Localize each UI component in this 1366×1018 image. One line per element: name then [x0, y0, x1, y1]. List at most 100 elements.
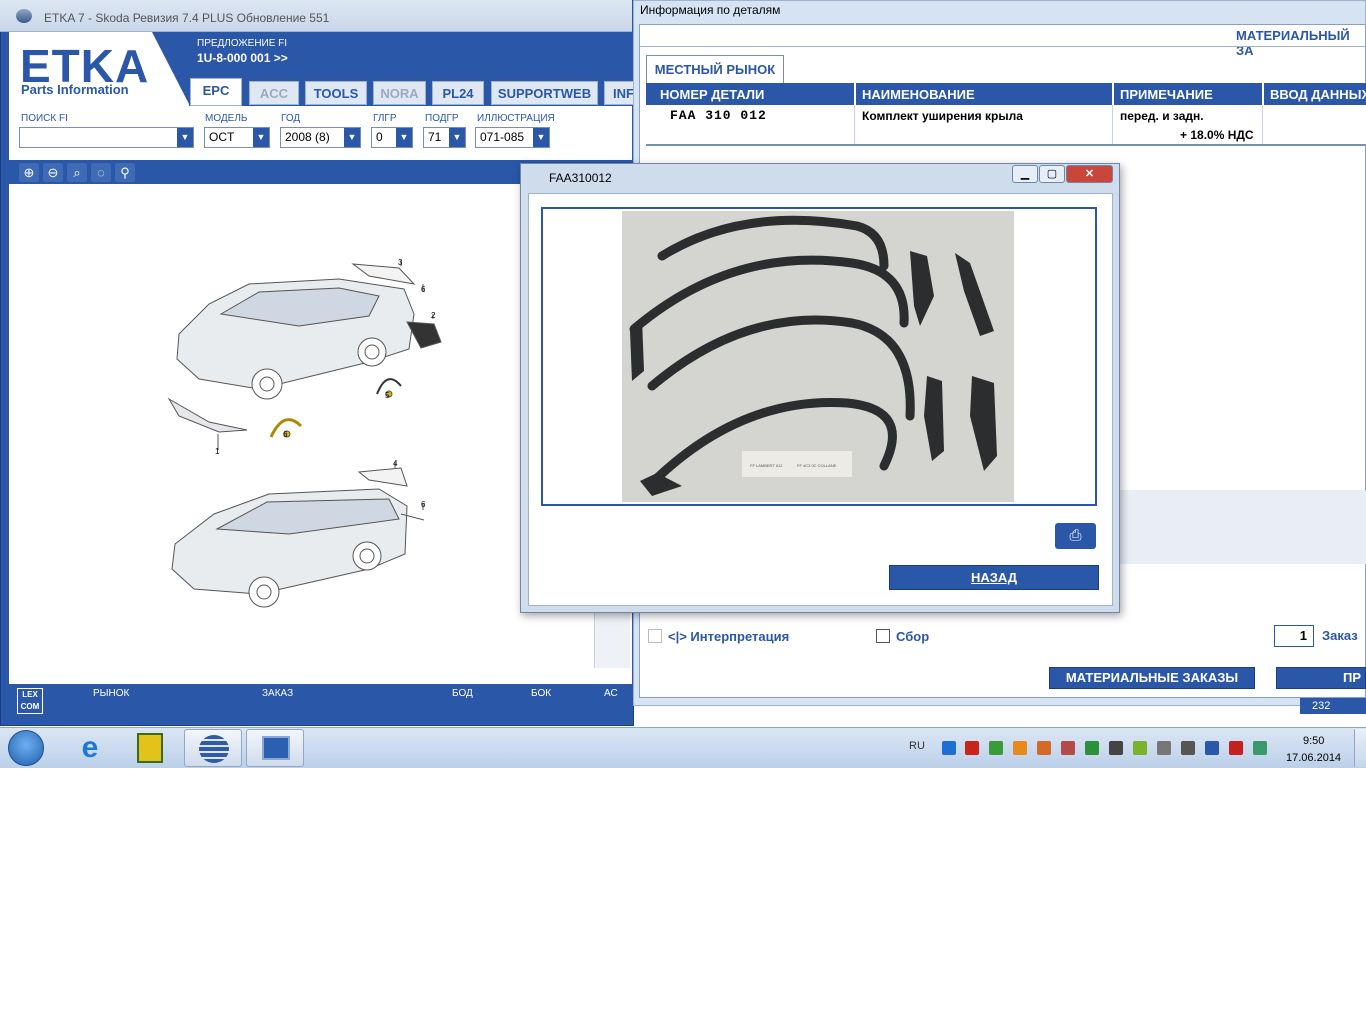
- part-info-title: Информация по деталям: [640, 3, 781, 17]
- offer-link[interactable]: 1U-8-000 001 >>: [197, 51, 288, 65]
- main-group-select[interactable]: 0 ▼: [371, 127, 413, 148]
- search-fi-select[interactable]: ▼: [19, 127, 194, 148]
- teamviewer-icon[interactable]: [942, 741, 956, 755]
- close-icon[interactable]: ✕: [1066, 165, 1113, 183]
- model-label: МОДЕЛЬ: [205, 113, 248, 124]
- callout-1[interactable]: 1: [215, 447, 220, 456]
- model-select[interactable]: OCT ▼: [204, 127, 270, 148]
- offer-label: ПРЕДЛОЖЕНИЕ FI: [197, 38, 288, 49]
- zoom-fit-icon[interactable]: ⌕: [67, 163, 87, 182]
- etka-window-title: ETKA 7 - Skoda Ревизия 7.4 PLUS Обновлен…: [44, 11, 330, 25]
- show-desktop-button[interactable]: [1354, 729, 1366, 767]
- archive-icon[interactable]: [1013, 741, 1027, 755]
- part-photo: FF LAMBERT 812 FF 4C3 0C COLLANE: [622, 211, 1014, 502]
- order-label: Заказ: [1322, 628, 1358, 643]
- start-orb[interactable]: [8, 730, 44, 766]
- check-icon[interactable]: [989, 741, 1003, 755]
- callout-5[interactable]: 5: [385, 391, 390, 400]
- interpretation-label: <|> Интерпретация: [668, 629, 790, 644]
- speaker-icon[interactable]: [1157, 741, 1171, 755]
- illustration-value: 071-085: [480, 130, 525, 144]
- tab-acc[interactable]: ACC: [249, 81, 299, 105]
- back-button[interactable]: НАЗАД: [889, 565, 1099, 590]
- minimize-icon[interactable]: ▁: [1012, 165, 1038, 183]
- part-name-cell: Комплект уширения крыла: [862, 109, 1023, 123]
- table-bottom-border: [646, 144, 1366, 146]
- tab-info[interactable]: INF: [604, 81, 634, 105]
- zoom-in-icon[interactable]: ⊕: [19, 163, 39, 182]
- collect-checkbox[interactable]: [876, 629, 890, 643]
- material-orders-button[interactable]: МАТЕРИАЛЬНЫЕ ЗАКАЗЫ: [1049, 667, 1255, 689]
- vk-icon[interactable]: [1205, 741, 1219, 755]
- main-group-value: 0: [376, 130, 383, 144]
- divider: [1262, 105, 1263, 144]
- illustration-select[interactable]: 071-085 ▼: [475, 127, 550, 148]
- interpretation-checkbox[interactable]: [648, 629, 662, 643]
- refresh-icon[interactable]: [1085, 741, 1099, 755]
- internet-explorer-icon[interactable]: e: [73, 731, 107, 764]
- tab-supportweb[interactable]: SUPPORTWEB: [491, 81, 598, 105]
- volume-icon[interactable]: [1037, 741, 1051, 755]
- col-data-entry[interactable]: ВВОД ДАННЫХ: [1270, 87, 1366, 102]
- chevron-down-icon: ▼: [344, 128, 360, 147]
- status-ac: АС: [604, 688, 618, 699]
- network-app-icon[interactable]: [137, 733, 163, 763]
- info-lower-panel: [1118, 490, 1366, 564]
- photo-label-1: FF LAMBERT 812: [750, 463, 783, 468]
- status-order: ЗАКАЗ: [262, 688, 294, 699]
- tool-icon[interactable]: [1061, 741, 1075, 755]
- zoom-original-icon[interactable]: ◌: [91, 163, 111, 182]
- quantity-input[interactable]: 1: [1274, 625, 1314, 647]
- popup-title: FAA310012: [549, 171, 612, 185]
- logo-corner-shape: [152, 32, 190, 106]
- year-value: 2008 (8): [285, 130, 330, 144]
- device-icon[interactable]: [1181, 741, 1195, 755]
- tab-local-market[interactable]: МЕСТНЫЙ РЫНОК: [646, 55, 784, 83]
- printer-icon[interactable]: ⎙: [1055, 523, 1096, 549]
- chevron-down-icon: ▼: [533, 128, 549, 147]
- callout-6c[interactable]: 6: [421, 500, 426, 509]
- callout-3[interactable]: 3: [398, 258, 403, 267]
- tab-tools[interactable]: TOOLS: [305, 81, 367, 105]
- usb-icon[interactable]: [1109, 741, 1123, 755]
- next-button[interactable]: ПР: [1276, 667, 1366, 689]
- col-part-number[interactable]: НОМЕР ДЕТАЛИ: [660, 87, 764, 102]
- material-orders-header: МАТЕРИАЛЬНЫЙ ЗА: [1236, 28, 1350, 58]
- android-icon[interactable]: [1133, 741, 1147, 755]
- tab-pl24[interactable]: PL24: [432, 81, 484, 105]
- search-fi-label: ПОИСК FI: [21, 113, 68, 124]
- photo-label-2: FF 4C3 0C COLLANE: [797, 463, 837, 468]
- divider: [854, 83, 856, 105]
- search-icon[interactable]: ⚲: [115, 163, 135, 182]
- language-indicator[interactable]: RU: [909, 740, 925, 752]
- etka-titlebar[interactable]: ETKA 7 - Skoda Ревизия 7.4 PLUS Обновлен…: [0, 0, 632, 32]
- callout-4[interactable]: 4: [393, 459, 398, 468]
- subgroup-select[interactable]: 71 ▼: [423, 127, 466, 148]
- part-number-cell[interactable]: FAA 310 012: [670, 108, 767, 123]
- etka-taskbar-button[interactable]: [184, 729, 242, 767]
- col-name[interactable]: НАИМЕНОВАНИЕ: [862, 87, 975, 102]
- antivirus-icon[interactable]: [1229, 741, 1243, 755]
- year-select[interactable]: 2008 (8) ▼: [280, 127, 361, 148]
- clock-time[interactable]: 9:50: [1303, 735, 1324, 747]
- etka-app-icon: [199, 735, 229, 763]
- tab-nora[interactable]: NORA: [373, 81, 426, 105]
- chevron-down-icon: ▼: [449, 128, 465, 147]
- status-market: РЫНОК: [93, 688, 130, 699]
- maximize-icon[interactable]: ▢: [1039, 165, 1065, 183]
- callout-2[interactable]: 2: [431, 311, 436, 320]
- lexcom-logo: LEX COM: [17, 688, 43, 714]
- tab-epc[interactable]: EPC: [190, 78, 242, 106]
- clock-date[interactable]: 17.06.2014: [1286, 752, 1341, 764]
- divider: [1262, 83, 1264, 105]
- zoom-out-icon[interactable]: ⊖: [43, 163, 63, 182]
- pdf-icon[interactable]: [965, 741, 979, 755]
- divider: [640, 46, 1366, 47]
- divider: [1112, 83, 1114, 105]
- callout-6[interactable]: 6: [421, 285, 426, 294]
- remote-desktop-button[interactable]: [246, 729, 304, 767]
- col-note[interactable]: ПРИМЕЧАНИЕ: [1120, 87, 1213, 102]
- chevron-down-icon: ▼: [396, 128, 412, 147]
- callout-6b[interactable]: 6: [283, 430, 288, 439]
- update-icon[interactable]: [1253, 741, 1267, 755]
